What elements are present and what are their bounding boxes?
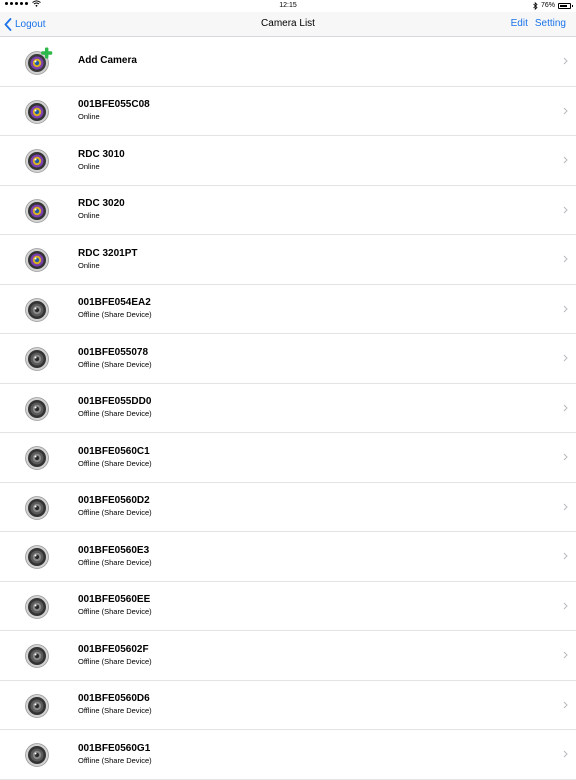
camera-status: Offline (Share Device)	[78, 458, 152, 468]
battery-percent: 76%	[540, 2, 555, 9]
camera-status: Online	[78, 260, 100, 270]
chevron-right-icon	[563, 404, 568, 412]
camera-status: Online	[78, 161, 100, 171]
camera-offline-icon	[25, 545, 49, 569]
camera-name: 001BFE055DD0	[78, 396, 152, 408]
camera-offline-icon	[25, 396, 49, 421]
camera-row[interactable]: RDC 3010 Online	[0, 136, 576, 186]
camera-offline-icon	[25, 644, 49, 668]
camera-name: RDC 3201PT	[78, 247, 138, 259]
chevron-right-icon	[563, 453, 568, 461]
camera-name: RDC 3020	[78, 198, 125, 210]
camera-row[interactable]: 001BFE055DD0 Offline (Share Device)	[0, 384, 576, 433]
chevron-right-icon	[563, 552, 568, 560]
bluetooth-icon	[533, 2, 538, 10]
camera-status: Offline (Share Device)	[78, 607, 152, 617]
chevron-right-icon	[563, 255, 568, 263]
camera-status: Offline (Share Device)	[78, 359, 152, 369]
camera-offline-icon	[25, 495, 49, 520]
camera-name: 001BFE0560G1	[78, 742, 151, 754]
camera-offline-icon	[25, 446, 49, 470]
chevron-right-icon	[563, 156, 568, 164]
edit-button[interactable]: Edit	[511, 12, 528, 36]
camera-row[interactable]: RDC 3020 Online	[0, 186, 576, 235]
add-camera-row[interactable]: Add Camera	[0, 37, 576, 87]
camera-name: 001BFE0560E3	[78, 544, 150, 556]
camera-name: 001BFE054EA2	[78, 297, 151, 309]
camera-name: 001BFE055C08	[78, 99, 150, 111]
add-camera-label: Add Camera	[78, 55, 137, 67]
status-bar: 12:15 76%	[0, 0, 576, 12]
chevron-right-icon	[563, 503, 568, 511]
camera-status: Offline (Share Device)	[78, 409, 152, 419]
camera-row[interactable]: 001BFE0560D6 Offline (Share Device)	[0, 681, 576, 730]
battery-fill	[560, 5, 567, 7]
camera-name: 001BFE0560C1	[78, 445, 150, 457]
camera-name: 001BFE0560D6	[78, 693, 150, 705]
chevron-right-icon	[563, 305, 568, 313]
camera-name: 001BFE0560EE	[78, 594, 151, 606]
chevron-right-icon	[563, 206, 568, 214]
chevron-right-icon	[563, 57, 568, 65]
camera-online-icon	[25, 248, 49, 272]
camera-status: Online	[78, 112, 100, 122]
camera-row[interactable]: 001BFE055078 Offline (Share Device)	[0, 334, 576, 384]
chevron-right-icon	[563, 354, 568, 362]
chevron-right-icon	[563, 602, 568, 610]
camera-row[interactable]: 001BFE055C08 Online	[0, 87, 576, 136]
camera-row[interactable]: 001BFE0560G1 Offline (Share Device)	[0, 730, 576, 780]
camera-name: 001BFE05602F	[78, 643, 149, 655]
camera-name: 001BFE0560D2	[78, 495, 150, 507]
camera-row[interactable]: 001BFE0560D2 Offline (Share Device)	[0, 483, 576, 532]
camera-name: 001BFE055078	[78, 346, 149, 358]
chevron-right-icon	[563, 701, 568, 709]
camera-offline-icon	[25, 743, 49, 767]
status-time: 12:15	[279, 2, 297, 9]
navigation-bar: Logout Camera List Edit Setting	[0, 12, 576, 37]
chevron-right-icon	[563, 651, 568, 659]
add-camera-icon	[25, 47, 53, 75]
camera-row[interactable]: 001BFE0560C1 Offline (Share Device)	[0, 433, 576, 483]
camera-row[interactable]: RDC 3201PT Online	[0, 235, 576, 285]
camera-row[interactable]: 001BFE05602F Offline (Share Device)	[0, 631, 576, 681]
battery-icon	[558, 3, 573, 9]
camera-name: RDC 3010	[78, 148, 125, 160]
camera-status: Offline (Share Device)	[78, 656, 152, 666]
camera-row[interactable]: 001BFE0560E3 Offline (Share Device)	[0, 532, 576, 582]
camera-offline-icon	[25, 693, 49, 718]
camera-status: Offline (Share Device)	[78, 508, 152, 518]
page-title: Camera List	[261, 18, 315, 29]
camera-row[interactable]: 001BFE0560EE Offline (Share Device)	[0, 582, 576, 631]
camera-online-icon	[25, 198, 49, 223]
setting-button[interactable]: Setting	[535, 12, 566, 36]
camera-online-icon	[25, 149, 49, 173]
camera-list: Add Camera 001BFE055C08 Online RDC 3010 Onl…	[0, 37, 576, 780]
camera-offline-icon	[25, 347, 49, 371]
chevron-right-icon	[563, 107, 568, 115]
camera-status: Offline (Share Device)	[78, 310, 152, 320]
camera-status: Offline (Share Device)	[78, 706, 152, 716]
camera-offline-icon	[25, 297, 49, 322]
camera-offline-icon	[25, 594, 49, 619]
camera-status: Online	[78, 211, 100, 221]
camera-status: Offline (Share Device)	[78, 557, 152, 567]
chevron-right-icon	[563, 750, 568, 758]
camera-row[interactable]: 001BFE054EA2 Offline (Share Device)	[0, 285, 576, 334]
camera-status: Offline (Share Device)	[78, 755, 152, 765]
camera-online-icon	[25, 99, 49, 124]
